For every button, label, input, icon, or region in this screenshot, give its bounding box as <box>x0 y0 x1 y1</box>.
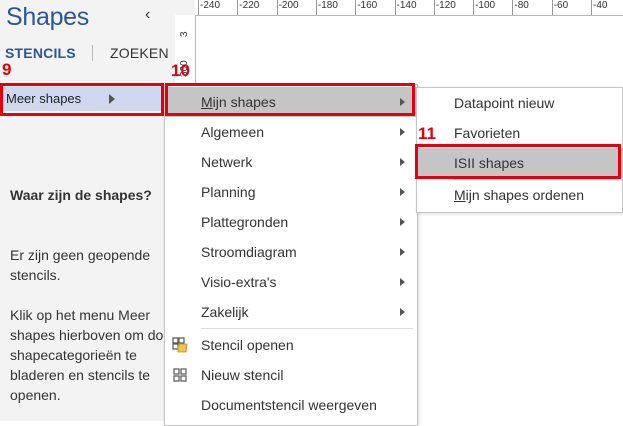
ruler-label: -140 <box>396 0 417 11</box>
horizontal-ruler: -240 -220 -200 -180 -160 -140 -120 -100 -80 -60 -4… <box>195 0 623 16</box>
menu-item-label: Netwerk <box>201 154 253 170</box>
pane-title: Shapes <box>6 3 89 31</box>
ruler-label: 3 <box>179 31 190 37</box>
help-text-instructions: Klik op het menu Meer shapes hierboven o… <box>10 307 176 403</box>
chevron-left-icon[interactable]: ‹ <box>145 6 150 24</box>
menu-separator <box>201 328 413 329</box>
menu-item-mijn-shapes-ordenen[interactable]: Mijn shapes ordenen <box>417 180 622 210</box>
ruler-tick <box>315 0 317 15</box>
tab-zoeken[interactable]: ZOEKEN <box>110 45 169 61</box>
open-stencil-icon <box>172 337 188 353</box>
help-text-no-stencils: Er zijn geen geopende stencils. <box>10 247 151 283</box>
menu-item-zakelijk[interactable]: Zakelijk <box>165 297 417 327</box>
submenu-arrow-icon <box>400 128 405 136</box>
annotation-10: 10 <box>171 61 190 80</box>
menu-item-stencil-openen[interactable]: Stencil openen <box>165 330 417 360</box>
annotation-9: 9 <box>2 60 12 79</box>
menu-item-label: Algemeen <box>201 124 265 140</box>
ruler-tick <box>551 0 553 15</box>
submenu-arrow-icon <box>400 308 405 316</box>
ruler-tick <box>473 0 475 15</box>
annotation-11: 11 <box>418 124 436 143</box>
menu-item-label: Planning <box>201 184 256 200</box>
highlight-box-11 <box>415 144 621 179</box>
ruler-label: -160 <box>357 0 378 11</box>
menu-item-label: Mijn shapes ordenen <box>454 187 584 203</box>
menu-item-label: Visio-extra's <box>201 274 277 290</box>
ruler-label: -200 <box>278 0 299 11</box>
tab-stencils[interactable]: STENCILS <box>5 45 76 61</box>
ruler-tick <box>276 0 278 15</box>
help-title: Waar zijn de shapes? <box>10 187 152 203</box>
ruler-tick <box>355 0 357 15</box>
ruler-label: -80 <box>514 0 529 11</box>
ruler-label: -40 <box>593 0 608 11</box>
submenu-arrow-icon <box>400 278 405 286</box>
menu-item-nieuw-stencil[interactable]: Nieuw stencil <box>165 360 417 390</box>
ruler-label: -220 <box>239 0 260 11</box>
ruler-label: -100 <box>475 0 496 11</box>
menu-item-visio-extras[interactable]: Visio-extra's <box>165 267 417 297</box>
submenu-arrow-icon <box>400 158 405 166</box>
menu-item-label: Stroomdiagram <box>201 244 297 260</box>
tab-divider <box>92 45 93 61</box>
ruler-label: -120 <box>435 0 456 11</box>
ruler-tick <box>512 0 514 15</box>
ruler-label: -240 <box>200 0 221 11</box>
submenu-arrow-icon <box>400 188 405 196</box>
highlight-box-10 <box>165 83 415 116</box>
ruler-tick <box>237 0 239 15</box>
menu-item-documentstencil[interactable]: Documentstencil weergeven <box>165 390 417 420</box>
ruler-label: -60 <box>553 0 569 11</box>
menu-item-algemeen[interactable]: Algemeen <box>165 117 417 147</box>
menu-item-label: Nieuw stencil <box>201 367 284 383</box>
menu-item-label: Zakelijk <box>201 304 249 320</box>
menu-item-label: Plattegronden <box>201 214 289 230</box>
ruler-tick <box>433 0 435 15</box>
menu-item-label: Stencil openen <box>201 337 294 353</box>
submenu-arrow-icon <box>400 248 405 256</box>
menu-item-label: Favorieten <box>454 125 521 141</box>
more-shapes-menu: Mijn shapes Algemeen Netwerk Planning Pl… <box>164 84 418 426</box>
submenu-arrow-icon <box>400 218 405 226</box>
ruler-label: -180 <box>317 0 338 11</box>
ruler-tick <box>198 0 199 15</box>
highlight-box-9 <box>0 83 164 116</box>
menu-item-datapoint-nieuw[interactable]: Datapoint nieuw <box>417 88 622 118</box>
menu-item-planning[interactable]: Planning <box>165 177 417 207</box>
ruler-tick <box>394 0 396 15</box>
menu-item-plattegronden[interactable]: Plattegronden <box>165 207 417 237</box>
menu-item-stroomdiagram[interactable]: Stroomdiagram <box>165 237 417 267</box>
menu-item-netwerk[interactable]: Netwerk <box>165 147 417 177</box>
menu-item-label: Documentstencil weergeven <box>201 397 377 413</box>
ruler-tick <box>591 0 592 15</box>
new-stencil-icon <box>173 368 187 382</box>
menu-item-label: Datapoint nieuw <box>454 95 555 111</box>
